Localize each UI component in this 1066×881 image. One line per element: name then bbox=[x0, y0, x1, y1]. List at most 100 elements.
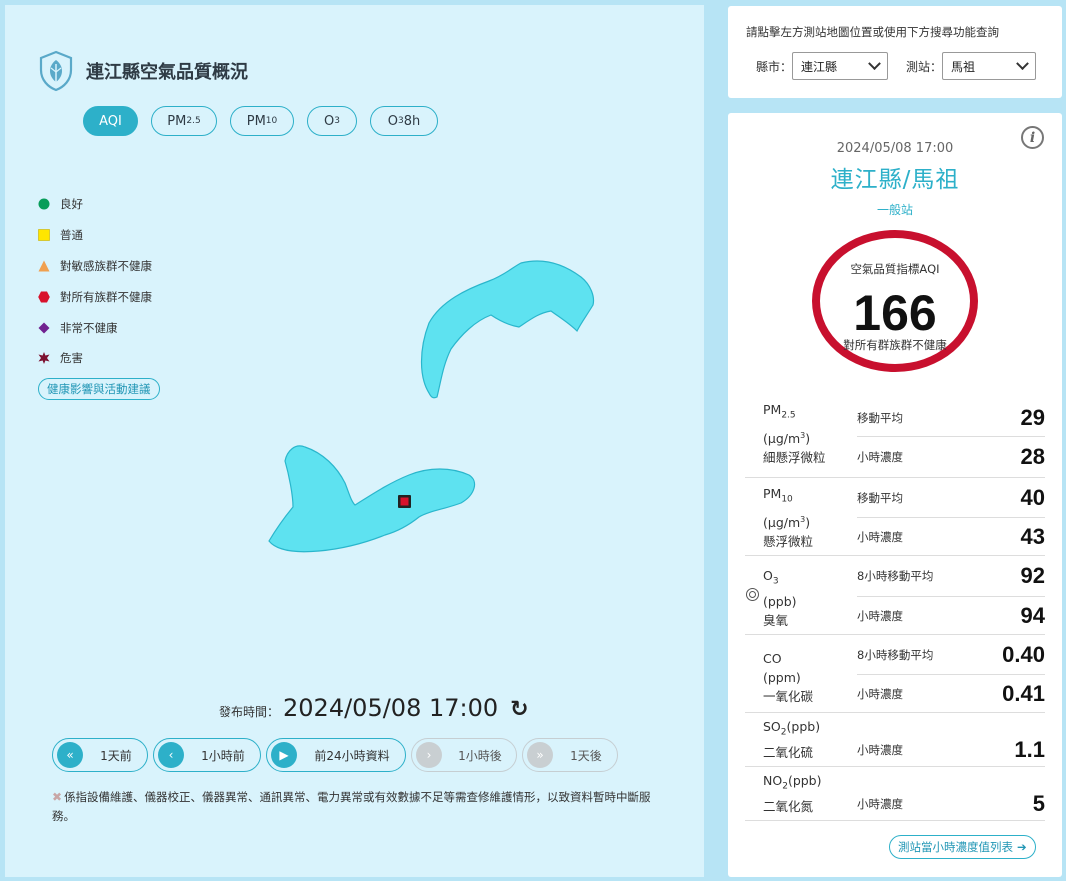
pollutant-name-cell: PM2.5 (μg/m3) 細懸浮微粒 bbox=[745, 400, 857, 477]
pollutant-tabs: AQI PM 2.5 PM 10 O3 O3 8h bbox=[83, 106, 438, 136]
prev-hour-button[interactable]: ‹ 1小時前 bbox=[153, 738, 261, 772]
play-icon: ▶ bbox=[271, 742, 297, 768]
next-day-button[interactable]: » 1天後 bbox=[522, 738, 618, 772]
row-label: 小時濃度 bbox=[857, 608, 903, 623]
island-north[interactable] bbox=[420, 260, 595, 399]
pollutant-pm25: PM2.5 (μg/m3) 細懸浮微粒 移動平均 29 小時濃度 28 bbox=[745, 400, 1045, 478]
search-hint: 請點擊左方測站地圖位置或使用下方搜尋功能查詢 bbox=[746, 25, 999, 39]
row-value: 28 bbox=[1020, 444, 1045, 469]
station-name: 連江縣/馬祖 bbox=[830, 167, 960, 193]
pollutant-name: SO bbox=[763, 719, 781, 734]
pollutant-desc: 二氧化氮 bbox=[763, 798, 814, 814]
tab-aqi[interactable]: AQI bbox=[83, 106, 138, 136]
pollutant-desc: 細懸浮微粒 bbox=[763, 449, 826, 465]
chevron-left-icon: ‹ bbox=[158, 742, 184, 768]
next-hour-button[interactable]: › 1小時後 bbox=[411, 738, 517, 772]
pollutant-name: NO bbox=[763, 773, 783, 788]
pollutant-name-cell: NO2(ppb) 二氧化氮 bbox=[745, 767, 857, 820]
hourly-list-link[interactable]: 測站當小時濃度值列表 ➔ bbox=[889, 835, 1036, 859]
pollutant-name-cell: CO (ppm) 一氧化碳 bbox=[745, 635, 857, 712]
pollutant-sub: 3 bbox=[772, 576, 779, 587]
pollutant-row: 移動平均 29 bbox=[857, 400, 1045, 437]
pollutant-sub: 10 bbox=[781, 494, 793, 505]
pollutant-row: 小時濃度 43 bbox=[857, 518, 1045, 555]
title-row: 連江縣空氣品質概況 bbox=[38, 50, 248, 92]
pollutant-name-cell: SO2(ppb) 二氧化硫 bbox=[745, 713, 857, 766]
pollutant-unit-end: ) bbox=[805, 430, 811, 446]
legend-label: 對所有族群不健康 bbox=[60, 289, 152, 304]
pollutant-name-cell: PM10 (μg/m3) 懸浮微粒 bbox=[745, 478, 857, 555]
legend-label: 危害 bbox=[60, 351, 83, 366]
pollutant-row: 8小時移動平均 92 bbox=[857, 556, 1045, 597]
pollutant-desc: 一氧化碳 bbox=[763, 689, 814, 704]
pollutant-rows: 8小時移動平均 92 小時濃度 94 bbox=[857, 556, 1045, 634]
pollutant-rows: 小時濃度 5 bbox=[857, 767, 1045, 820]
legend-item-sensitive: 對敏感族群不健康 bbox=[38, 251, 152, 282]
station-marker-matsu[interactable] bbox=[398, 495, 411, 508]
tab-label: AQI bbox=[99, 113, 122, 129]
station-label: 測站： bbox=[906, 59, 943, 74]
island-south[interactable] bbox=[268, 445, 476, 553]
pollutant-row: 小時濃度 28 bbox=[857, 437, 1045, 477]
refresh-icon[interactable]: ↻ bbox=[510, 697, 528, 722]
pollutant-unit: (ppb) bbox=[763, 593, 797, 609]
tab-pm25[interactable]: PM 2.5 bbox=[151, 106, 217, 136]
notice-text: 係指設備維護、儀器校正、儀器異常、通訊異常、電力異常或有效數據不足等需查修維護情… bbox=[52, 790, 651, 823]
pollutant-row: 小時濃度 0.41 bbox=[857, 675, 1045, 712]
pollutant-row: 小時濃度 94 bbox=[857, 597, 1045, 634]
tab-label-sub: 3 bbox=[334, 116, 340, 126]
pollutant-rows: 移動平均 40 小時濃度 43 bbox=[857, 478, 1045, 555]
pollutant-desc: 二氧化硫 bbox=[763, 744, 814, 760]
pollutant-name: PM bbox=[763, 486, 782, 501]
tab-label-sub: 10 bbox=[265, 116, 278, 126]
pollutant-no2: NO2(ppb) 二氧化氮 小時濃度 5 bbox=[745, 767, 1045, 821]
chevron-down-icon bbox=[868, 56, 881, 70]
station-value: 馬祖 bbox=[951, 59, 976, 74]
row-value: 1.1 bbox=[1014, 736, 1045, 762]
aqi-legend: 良好 普通 對敏感族群不健康 對所有族群不健康 非常不健康 危害 bbox=[38, 189, 152, 374]
past-24h-button[interactable]: ▶ 前24小時資料 bbox=[266, 738, 406, 772]
pollutant-o3: O3 (ppb) 臭氧 8小時移動平均 92 小時濃度 94 bbox=[745, 556, 1045, 635]
chevron-down-icon bbox=[1016, 56, 1029, 70]
legend-item-unhealthy: 對所有族群不健康 bbox=[38, 281, 152, 312]
row-value: 43 bbox=[1020, 523, 1045, 549]
tab-label: O bbox=[387, 113, 398, 129]
legend-item-moderate: 普通 bbox=[38, 220, 152, 251]
tab-o3[interactable]: O3 bbox=[307, 106, 357, 136]
tab-o3-8h[interactable]: O3 8h bbox=[370, 106, 438, 136]
nav-label: 1天後 bbox=[570, 748, 602, 763]
prev-day-button[interactable]: « 1天前 bbox=[52, 738, 148, 772]
arrow-right-icon: ➔ bbox=[1017, 840, 1027, 854]
row-value: 0.40 bbox=[1002, 641, 1045, 667]
county-value: 連江縣 bbox=[801, 59, 838, 74]
double-left-icon: « bbox=[57, 742, 83, 768]
maroon-star-icon bbox=[38, 352, 50, 365]
station-type: 一般站 bbox=[876, 203, 913, 217]
nav-label: 前24小時資料 bbox=[314, 748, 390, 763]
nav-label: 1小時前 bbox=[201, 748, 245, 763]
county-select[interactable]: 連江縣 bbox=[792, 52, 889, 80]
county-label: 縣市： bbox=[756, 59, 793, 74]
row-label: 移動平均 bbox=[857, 411, 903, 425]
pollutant-row: 小時濃度 5 bbox=[857, 767, 1045, 820]
maintenance-notice: ✖ 係指設備維護、儀器校正、儀器異常、通訊異常、電力異常或有效數據不足等需查修維護… bbox=[52, 788, 662, 826]
pollutant-so2: SO2(ppb) 二氧化硫 小時濃度 1.1 bbox=[745, 713, 1045, 767]
pollutant-row: 移動平均 40 bbox=[857, 478, 1045, 518]
pollutant-pm10: PM10 (μg/m3) 懸浮微粒 移動平均 40 小時濃度 43 bbox=[745, 478, 1045, 556]
red-hexagon-icon bbox=[38, 291, 50, 303]
row-value: 94 bbox=[1020, 602, 1045, 628]
row-value: 29 bbox=[1020, 405, 1045, 430]
station-select[interactable]: 馬祖 bbox=[942, 52, 1037, 80]
pollutant-rows: 移動平均 29 小時濃度 28 bbox=[857, 400, 1045, 477]
row-label: 小時濃度 bbox=[857, 686, 903, 701]
pollutant-table: PM2.5 (μg/m3) 細懸浮微粒 移動平均 29 小時濃度 28 PM10… bbox=[745, 400, 1045, 821]
tab-pm10[interactable]: PM 10 bbox=[230, 106, 294, 136]
tab-label-suffix: 8h bbox=[403, 113, 421, 129]
aqi-status: 對所有群族群不健康 bbox=[843, 338, 947, 352]
legend-label: 非常不健康 bbox=[60, 320, 118, 335]
tab-label: PM bbox=[167, 113, 187, 129]
aqi-gauge: 空氣品質指標AQI 166 對所有群族群不健康 bbox=[812, 230, 978, 372]
purple-diamond-icon bbox=[38, 322, 50, 334]
pollutant-rows: 小時濃度 1.1 bbox=[857, 713, 1045, 766]
health-advice-link[interactable]: 健康影響與活動建議 bbox=[38, 378, 160, 400]
